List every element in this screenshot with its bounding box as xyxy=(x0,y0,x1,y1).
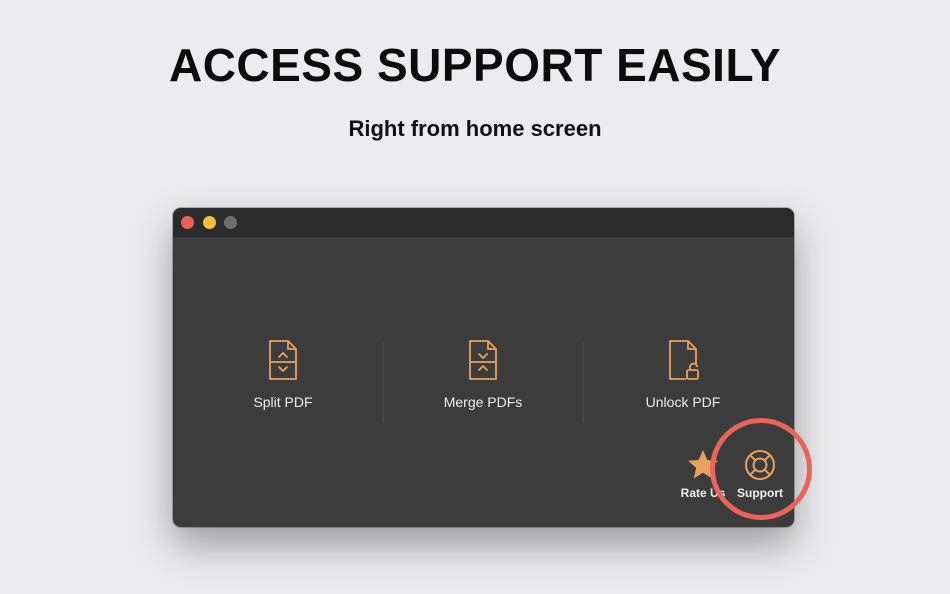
merge-pdfs-label: Merge PDFs xyxy=(443,394,523,410)
title-bar xyxy=(173,208,794,237)
star-icon xyxy=(688,450,718,479)
zoom-window-button[interactable] xyxy=(224,216,237,229)
merge-pdfs-button[interactable]: Merge PDFs xyxy=(383,338,583,438)
rate-us-label: Rate Us xyxy=(680,486,726,500)
headline: ACCESS SUPPORT EASILY xyxy=(168,39,782,91)
minimize-window-button[interactable] xyxy=(203,216,216,229)
subheadline: Right from home screen xyxy=(348,116,602,141)
support-button[interactable]: Support xyxy=(730,448,790,508)
unlock-pdf-button[interactable]: Unlock PDF xyxy=(583,338,783,438)
split-document-icon xyxy=(269,340,297,380)
support-label: Support xyxy=(737,486,783,500)
split-pdf-label: Split PDF xyxy=(253,394,313,410)
lifebuoy-icon xyxy=(745,450,775,480)
app-window: Split PDF Merge PDFs Unlock PDF Rate Us xyxy=(173,208,794,527)
close-window-button[interactable] xyxy=(181,216,194,229)
unlock-document-icon xyxy=(669,340,699,380)
rate-us-button[interactable]: Rate Us xyxy=(673,448,733,508)
split-pdf-button[interactable]: Split PDF xyxy=(183,338,383,438)
unlock-pdf-label: Unlock PDF xyxy=(645,394,721,410)
merge-document-icon xyxy=(469,340,497,380)
